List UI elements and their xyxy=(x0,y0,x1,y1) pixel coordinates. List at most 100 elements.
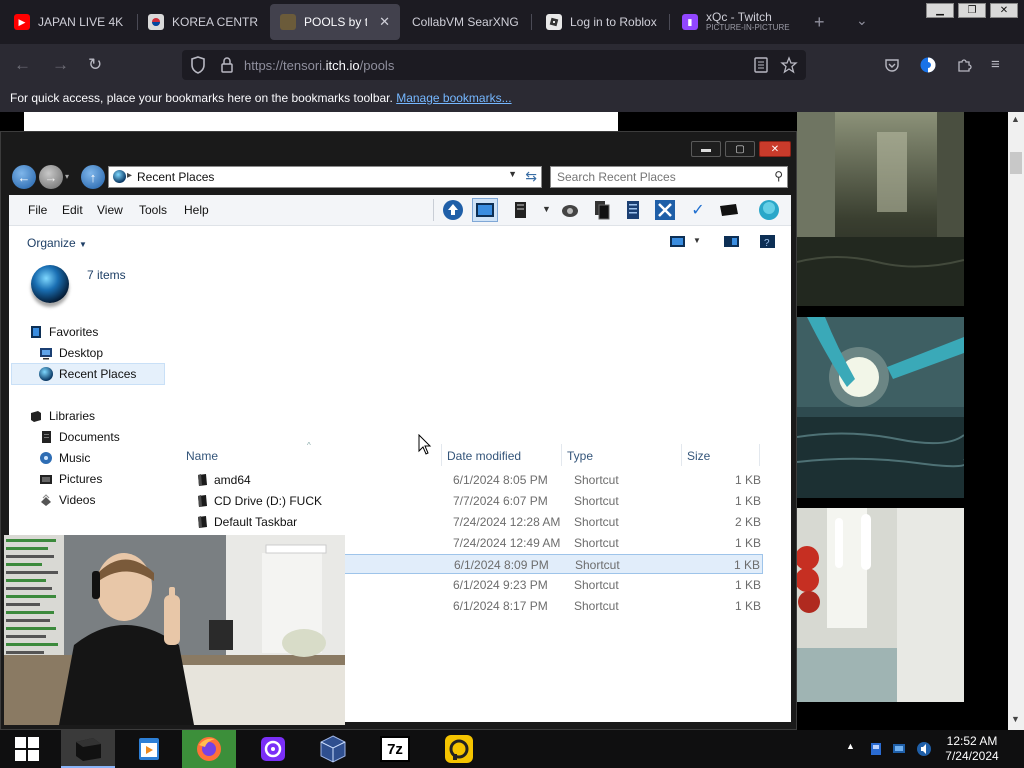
nav-recent-places-label[interactable]: Recent Places xyxy=(39,364,136,384)
menu-edit[interactable]: Edit xyxy=(62,203,83,217)
change-view-icon[interactable] xyxy=(669,235,687,249)
tab-xqc-twitch[interactable]: ▮ xQc - Twitch PICTURE-IN-PICTURE xyxy=(672,4,804,40)
forward-button[interactable]: → xyxy=(52,55,69,75)
lock-icon[interactable] xyxy=(220,56,234,74)
pocket-icon[interactable] xyxy=(883,56,901,74)
reload-button[interactable]: ↻ xyxy=(88,55,102,75)
file-row[interactable]: Default Taskbar 7/24/2024 12:28 AM Shortcu… xyxy=(191,512,763,532)
search-box[interactable]: ⚲ xyxy=(550,166,788,188)
toolbar-view-pane-icon[interactable] xyxy=(472,198,498,222)
url-bar[interactable]: https://tensori.itch.io/pools xyxy=(182,50,806,80)
pool-photo-tunnel[interactable] xyxy=(797,112,964,306)
back-button[interactable]: ← xyxy=(14,55,31,75)
page-scrollbar[interactable]: ▲ ▼ xyxy=(984,112,1024,730)
bookmark-star-icon[interactable] xyxy=(780,56,798,74)
app-menu-hamburger-icon[interactable]: ≡ xyxy=(991,56,1000,73)
toolbar-globe-icon[interactable] xyxy=(756,198,782,222)
window-minimize-button[interactable]: ▁ xyxy=(926,3,954,18)
tray-device-icon[interactable] xyxy=(868,741,884,757)
help-icon[interactable]: ? xyxy=(759,235,777,249)
forward-arrow-icon[interactable]: → xyxy=(39,165,63,189)
taskbar-7zip[interactable]: 7z xyxy=(368,730,422,768)
column-divider[interactable] xyxy=(561,444,562,466)
tab-japan-live[interactable]: ▶ JAPAN LIVE 4K - xyxy=(4,4,136,40)
taskbar-yellow-app[interactable] xyxy=(432,730,486,768)
scroll-down-arrow-icon[interactable]: ▼ xyxy=(1011,714,1020,724)
column-header-type[interactable]: Type xyxy=(567,449,593,463)
address-bar[interactable]: ▸ Recent Places ▼ ⇆ xyxy=(108,166,542,188)
toolbar-checkmark-icon[interactable]: ✓ xyxy=(685,198,711,222)
window-close-button[interactable]: ✕ xyxy=(990,3,1018,18)
tab-pools-itch[interactable]: POOLS by ten ✕ xyxy=(270,4,400,40)
tab-roblox-login[interactable]: Log in to Roblox xyxy=(536,4,668,40)
column-divider[interactable] xyxy=(759,444,760,466)
recent-pages-chevron-icon[interactable]: ▾ xyxy=(65,172,69,181)
close-tab-icon[interactable]: ✕ xyxy=(379,14,390,30)
refresh-icon[interactable]: ⇆ xyxy=(525,168,537,185)
reader-view-icon[interactable] xyxy=(752,56,770,74)
tray-network-icon[interactable] xyxy=(892,742,908,756)
nav-libraries[interactable]: Libraries xyxy=(29,406,95,426)
column-divider[interactable] xyxy=(681,444,682,466)
nav-pictures[interactable]: Pictures xyxy=(39,469,102,489)
pool-photo-corridor[interactable] xyxy=(797,508,964,702)
preview-pane-icon[interactable] xyxy=(723,235,741,249)
menu-file[interactable]: File xyxy=(28,203,47,217)
manage-bookmarks-link[interactable]: Manage bookmarks... xyxy=(396,91,511,105)
toolbar-copy-icon[interactable] xyxy=(589,198,615,222)
nav-music[interactable]: Music xyxy=(39,448,90,468)
search-icon[interactable]: ⚲ xyxy=(774,169,783,183)
taskbar-virtualbox[interactable] xyxy=(306,730,360,768)
tab-korea-central[interactable]: KOREA CENTRAL xyxy=(138,4,268,40)
extensions-puzzle-icon[interactable] xyxy=(955,56,973,74)
start-button[interactable] xyxy=(0,730,54,768)
scrollbar-track[interactable] xyxy=(1008,112,1024,730)
toolbar-dropdown-icon[interactable]: ▼ xyxy=(542,204,551,214)
nav-desktop[interactable]: Desktop xyxy=(39,343,103,363)
nav-favorites[interactable]: Favorites xyxy=(29,322,98,342)
file-row[interactable]: amd64 6/1/2024 8:05 PM Shortcut 1 KB xyxy=(191,470,763,490)
column-header-size[interactable]: Size xyxy=(687,449,710,463)
explorer-minimize-button[interactable]: ▬ xyxy=(691,141,721,157)
window-restore-button[interactable]: ❐ xyxy=(958,3,986,18)
menu-tools[interactable]: Tools xyxy=(139,203,167,217)
column-header-name[interactable]: Name xyxy=(186,449,218,463)
organize-button[interactable]: Organize ▼ xyxy=(27,236,87,250)
column-divider[interactable] xyxy=(441,444,442,466)
view-options-chevron-icon[interactable]: ▼ xyxy=(693,236,701,245)
menu-view[interactable]: View xyxy=(97,203,123,217)
taskbar-clock[interactable]: 12:52 AM 7/24/2024 xyxy=(936,734,1008,764)
taskbar-explorer[interactable] xyxy=(61,730,115,768)
menu-help[interactable]: Help xyxy=(184,203,209,217)
scroll-up-arrow-icon[interactable]: ▲ xyxy=(1011,114,1020,124)
file-row[interactable]: CD Drive (D:) FUCK 7/7/2024 6:07 PM Shortc… xyxy=(191,491,763,511)
new-tab-button[interactable]: + xyxy=(814,12,825,33)
list-all-tabs-button[interactable]: ⌄ xyxy=(856,12,868,29)
tray-volume-icon[interactable] xyxy=(916,741,932,757)
nav-documents[interactable]: Documents xyxy=(39,427,120,447)
dark-reader-icon[interactable] xyxy=(919,56,937,74)
up-arrow-icon[interactable]: ↑ xyxy=(81,165,105,189)
breadcrumb-chevron-icon[interactable]: ▸ xyxy=(127,170,132,181)
column-header-date[interactable]: Date modified xyxy=(447,449,521,463)
toolbar-up-icon[interactable] xyxy=(440,198,466,222)
back-arrow-icon[interactable]: ← xyxy=(12,165,36,189)
toolbar-drive-icon[interactable] xyxy=(716,198,742,222)
breadcrumb[interactable]: Recent Places xyxy=(137,170,214,184)
scrollbar-thumb[interactable] xyxy=(1010,152,1022,174)
nav-videos[interactable]: Videos xyxy=(39,490,95,510)
taskbar-app-gear[interactable] xyxy=(246,730,300,768)
picture-in-picture-video[interactable] xyxy=(4,535,345,725)
tab-collabvm-searxng[interactable]: CollabVM SearXNG xyxy=(402,4,530,40)
toolbar-delete-icon[interactable] xyxy=(652,198,678,222)
address-dropdown-icon[interactable]: ▼ xyxy=(508,169,517,179)
taskbar-firefox[interactable] xyxy=(182,730,236,768)
explorer-close-button[interactable]: ✕ xyxy=(759,141,791,157)
pool-photo-slide[interactable] xyxy=(797,317,964,498)
tray-expand-chevron-icon[interactable]: ▲ xyxy=(846,741,855,751)
explorer-maximize-button[interactable]: ▢ xyxy=(725,141,755,157)
toolbar-camera-icon[interactable] xyxy=(557,198,583,222)
toolbar-documents-icon[interactable] xyxy=(508,198,534,222)
toolbar-notepad-icon[interactable] xyxy=(620,198,646,222)
tracking-shield-icon[interactable] xyxy=(190,56,206,74)
